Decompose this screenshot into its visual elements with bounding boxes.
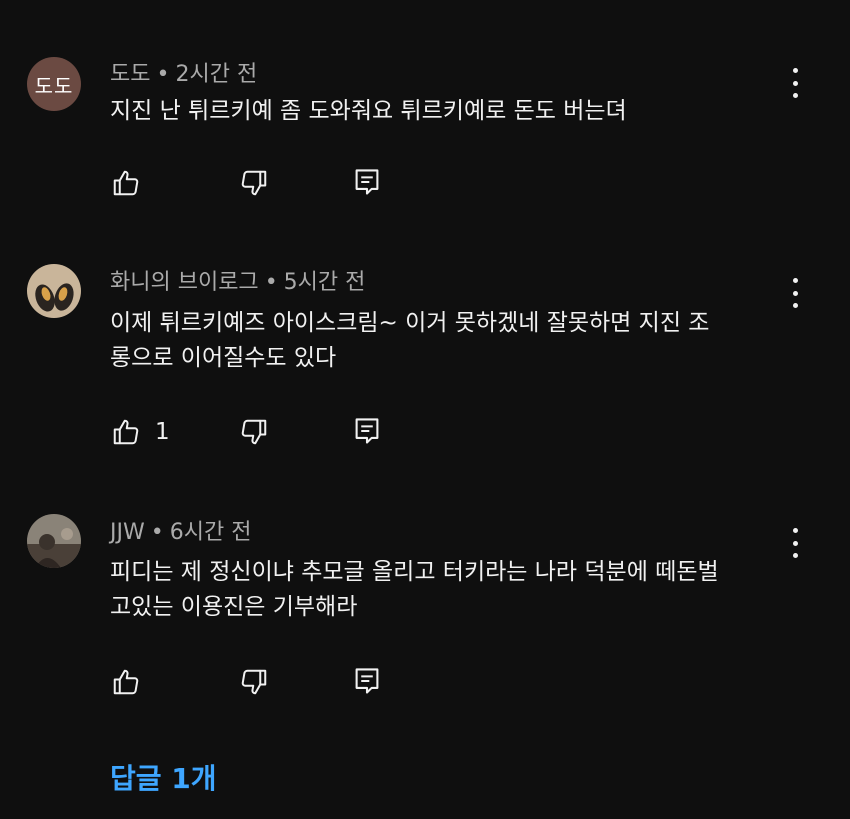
like-count: 1 <box>155 419 170 445</box>
reply-button[interactable] <box>353 167 381 197</box>
thumbs-up-icon <box>113 419 139 445</box>
thumbs-up-icon <box>113 669 139 695</box>
comment-text-line: 이제 튀르키예즈 아이스크림~ 이거 못하겠네 잘못하면 지진 조 <box>110 310 710 336</box>
more-vertical-icon[interactable] <box>785 68 805 98</box>
comment-text-line: 롱으로 이어질수도 있다 <box>110 345 337 371</box>
like-button[interactable]: 1 <box>111 417 170 447</box>
comment-meta: JJW • 6시간 전 <box>110 514 251 546</box>
dislike-button[interactable] <box>239 667 269 697</box>
comment-time[interactable]: 2시간 전 <box>175 62 257 87</box>
meta-separator: • <box>156 62 170 87</box>
comment-author[interactable]: JJW <box>110 520 145 545</box>
comment-reply-icon <box>355 169 379 195</box>
avatar-image <box>27 514 81 568</box>
comment-text: 지진 난 튀르키예 좀 도와줘요 튀르키예로 돈도 버는뎌 <box>110 94 790 129</box>
comment-time[interactable]: 6시간 전 <box>170 520 252 545</box>
comment-text: 피디는 제 정신이냐 추모글 올리고 터키라는 나라 덕분에 떼돈벌 고있는 이… <box>110 555 790 625</box>
avatar[interactable]: 도도 <box>27 57 81 111</box>
meta-separator: • <box>264 270 278 295</box>
comment-author[interactable]: 화니의 브이로그 <box>110 270 259 295</box>
comment-author[interactable]: 도도 <box>110 62 150 87</box>
thumbs-up-icon <box>113 170 139 196</box>
comment-reply-icon <box>355 418 379 444</box>
thumbs-down-icon <box>241 170 267 196</box>
dislike-button[interactable] <box>239 168 269 198</box>
reply-button[interactable] <box>353 416 381 446</box>
comment-text-line: 피디는 제 정신이냐 추모글 올리고 터키라는 나라 덕분에 떼돈벌 <box>110 559 719 585</box>
avatar[interactable] <box>27 514 81 568</box>
comment-reply-icon <box>355 668 379 694</box>
avatar[interactable] <box>27 264 81 318</box>
comment-text: 이제 튀르키예즈 아이스크림~ 이거 못하겠네 잘못하면 지진 조 롱으로 이어… <box>110 306 790 376</box>
avatar-initials: 도도 <box>34 73 74 98</box>
dislike-button[interactable] <box>239 417 269 447</box>
comment-time[interactable]: 5시간 전 <box>284 270 366 295</box>
thumbs-down-icon <box>241 419 267 445</box>
avatar-image <box>27 264 81 318</box>
comment-meta: 도도 • 2시간 전 <box>110 56 257 88</box>
meta-separator: • <box>150 520 164 545</box>
reply-button[interactable] <box>353 666 381 696</box>
like-button[interactable] <box>111 168 141 198</box>
more-vertical-icon[interactable] <box>785 528 805 558</box>
more-vertical-icon[interactable] <box>785 278 805 308</box>
comment-meta: 화니의 브이로그 • 5시간 전 <box>110 264 365 296</box>
comment-text-line: 고있는 이용진은 기부해라 <box>110 594 358 620</box>
like-button[interactable] <box>111 667 141 697</box>
thumbs-down-icon <box>241 669 267 695</box>
comment-text-line: 지진 난 튀르키예 좀 도와줘요 튀르키예로 돈도 버는뎌 <box>110 98 627 124</box>
view-replies-link[interactable]: 답글 1개 <box>110 757 217 797</box>
